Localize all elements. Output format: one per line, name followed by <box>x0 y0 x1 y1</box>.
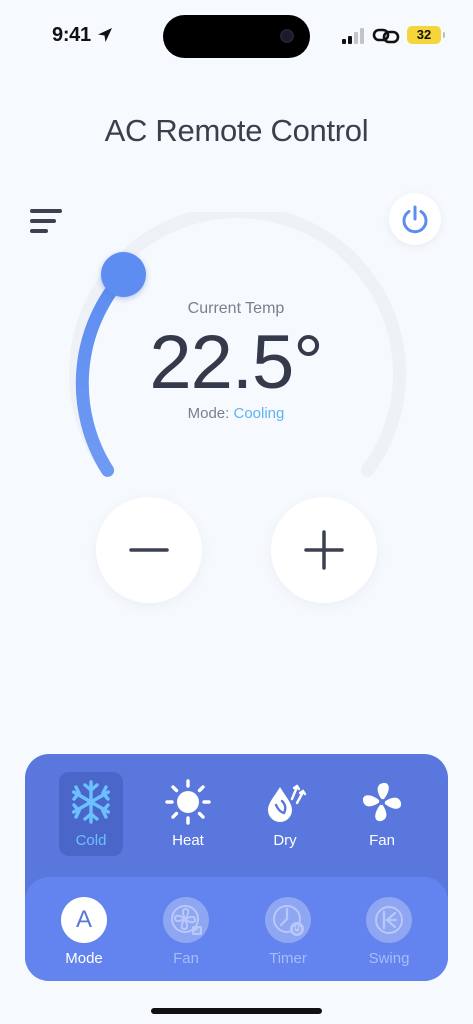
battery-icon: 32 <box>407 26 445 44</box>
mode-letter: A <box>75 906 92 933</box>
menu-icon <box>30 209 62 213</box>
mode-dry-button[interactable]: Dry <box>253 772 317 856</box>
plus-icon <box>304 530 344 570</box>
battery-level: 32 <box>416 27 432 42</box>
fan-speed-glyph <box>171 905 202 935</box>
mode-cold-button[interactable]: Cold <box>59 772 123 856</box>
mode-fan-label: Fan <box>369 832 395 849</box>
menu-icon-line <box>30 229 48 233</box>
control-fan-label: Fan <box>173 950 199 967</box>
mode-letter-icon: A <box>61 897 107 943</box>
link-icon <box>372 28 400 44</box>
temperature-dial[interactable]: Current Temp 22.5° Mode: Cooling <box>60 212 410 492</box>
control-panel: Cold Heat Dry Fan A Mode Fan Timer Swing <box>25 754 448 981</box>
mode-heat-button[interactable]: Heat <box>156 772 220 856</box>
control-mode-label: Mode <box>65 950 103 967</box>
fan-speed-icon <box>163 897 209 943</box>
mode-status: Mode: Cooling <box>60 405 412 422</box>
mode-value: Cooling <box>233 405 285 422</box>
control-fan-button[interactable]: Fan <box>151 897 221 981</box>
current-temp-label: Current Temp <box>187 300 285 317</box>
timer-icon <box>265 897 311 943</box>
dial-knob[interactable] <box>101 252 146 297</box>
status-bar: 9:41 32 <box>0 0 473 70</box>
mode-dry-label: Dry <box>273 832 297 849</box>
control-row: A Mode Fan Timer Swing <box>25 877 448 981</box>
decrease-temp-button[interactable] <box>96 497 202 603</box>
control-swing-button[interactable]: Swing <box>354 897 424 981</box>
status-time: 9:41 <box>52 24 91 46</box>
page-title: AC Remote Control <box>104 113 369 148</box>
swing-glyph <box>375 906 403 934</box>
home-indicator[interactable] <box>151 1008 322 1014</box>
timer-glyph <box>273 905 304 936</box>
droplets-icon <box>268 784 307 822</box>
current-temp-value: 22.5° <box>149 320 323 405</box>
menu-button[interactable] <box>30 207 64 235</box>
control-timer-label: Timer <box>269 950 307 967</box>
mode-cold-label: Cold <box>75 832 107 849</box>
location-arrow-icon <box>98 28 112 42</box>
mode-heat-label: Heat <box>172 832 204 849</box>
control-mode-button[interactable]: A Mode <box>49 897 119 981</box>
snowflake-icon <box>71 780 110 824</box>
mode-selector: Cold Heat Dry Fan <box>25 754 448 874</box>
camera-icon <box>280 29 294 43</box>
control-swing-label: Swing <box>368 950 410 967</box>
menu-icon-line <box>30 219 56 223</box>
signal-icon <box>342 28 364 44</box>
increase-temp-button[interactable] <box>271 497 377 603</box>
swing-icon <box>366 897 412 943</box>
sun-icon <box>165 779 211 825</box>
mode-fan-button[interactable]: Fan <box>350 772 414 856</box>
fan-icon <box>362 782 402 822</box>
minus-icon <box>129 548 169 552</box>
control-timer-button[interactable]: Timer <box>253 897 323 981</box>
mode-prefix: Mode: <box>187 405 230 422</box>
